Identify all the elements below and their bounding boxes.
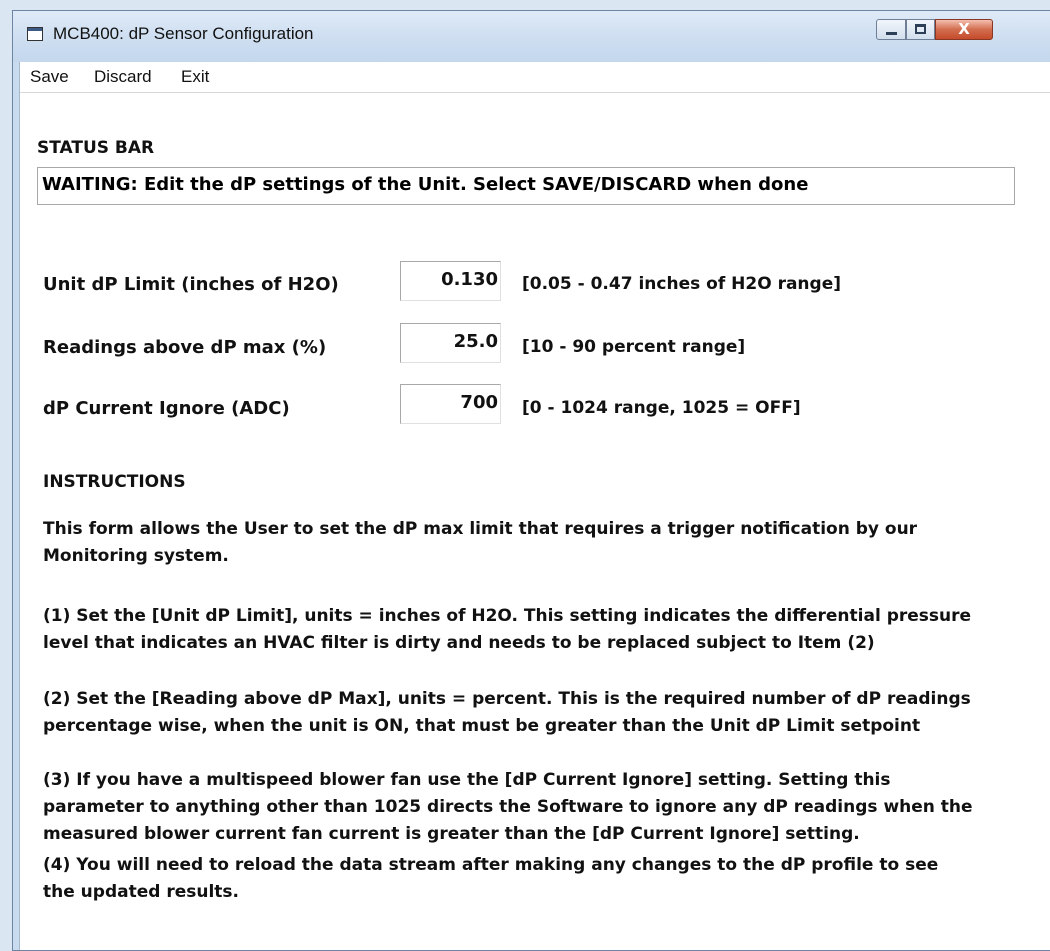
dp-current-ignore-input[interactable]: 700 (400, 384, 501, 424)
instructions-item-3-line: parameter to anything other than 1025 di… (43, 797, 973, 817)
instructions-intro-line: This form allows the User to set the dP … (43, 519, 918, 539)
app-window: MCB400: dP Sensor Configuration X Save D… (12, 10, 1050, 951)
menu-bar: Save Discard Exit (20, 62, 1050, 93)
instructions-item-1-line: (1) Set the [Unit dP Limit], units = inc… (43, 606, 972, 626)
instructions-item-4: (4) You will need to reload the data str… (43, 852, 1033, 906)
instructions-item-1-line: level that indicates an HVAC filter is d… (43, 633, 875, 653)
menu-discard[interactable]: Discard (94, 67, 152, 87)
instructions-item-2-line: (2) Set the [Reading above dP Max], unit… (43, 689, 971, 709)
close-icon: X (958, 20, 970, 38)
instructions-item-4-line: the updated results. (43, 882, 239, 902)
dp-current-ignore-value: 700 (460, 392, 498, 413)
status-bar-heading: STATUS BAR (37, 138, 155, 158)
status-bar-text: WAITING: Edit the dP settings of the Uni… (42, 174, 809, 195)
client-area: Save Discard Exit STATUS BAR WAITING: Ed… (19, 62, 1050, 950)
instructions-intro: This form allows the User to set the dP … (43, 516, 1033, 570)
instructions-item-3-line: (3) If you have a multispeed blower fan … (43, 770, 891, 790)
instructions-intro-line: Monitoring system. (43, 546, 229, 566)
title-bar[interactable]: MCB400: dP Sensor Configuration X (13, 11, 1050, 62)
instructions-item-2-line: percentage wise, when the unit is ON, th… (43, 716, 921, 736)
readings-above-max-label: Readings above dP max (%) (43, 337, 327, 358)
readings-above-max-value: 25.0 (453, 331, 498, 352)
instructions-heading: INSTRUCTIONS (43, 472, 186, 492)
window-title: MCB400: dP Sensor Configuration (53, 24, 314, 43)
instructions-item-4-line: (4) You will need to reload the data str… (43, 855, 939, 875)
instructions-item-3: (3) If you have a multispeed blower fan … (43, 767, 1033, 848)
close-button[interactable]: X (935, 19, 993, 40)
unit-dp-limit-label: Unit dP Limit (inches of H2O) (43, 274, 339, 295)
instructions-item-1: (1) Set the [Unit dP Limit], units = inc… (43, 603, 1033, 657)
instructions-item-3-line: measured blower current fan current is g… (43, 824, 860, 844)
maximize-button[interactable] (906, 19, 935, 40)
minimize-icon (886, 32, 897, 35)
unit-dp-limit-value: 0.130 (441, 269, 498, 290)
readings-above-max-range: [10 - 90 percent range] (522, 337, 746, 357)
unit-dp-limit-input[interactable]: 0.130 (400, 261, 501, 301)
menu-save[interactable]: Save (30, 67, 69, 87)
dp-current-ignore-label: dP Current Ignore (ADC) (43, 398, 290, 419)
dp-current-ignore-range: [0 - 1024 range, 1025 = OFF] (522, 398, 801, 418)
unit-dp-limit-range: [0.05 - 0.47 inches of H2O range] (522, 274, 841, 294)
maximize-icon (915, 24, 926, 34)
minimize-button[interactable] (876, 19, 906, 40)
instructions-item-2: (2) Set the [Reading above dP Max], unit… (43, 686, 1033, 740)
status-bar: WAITING: Edit the dP settings of the Uni… (37, 167, 1015, 205)
menu-exit[interactable]: Exit (181, 67, 209, 87)
readings-above-max-input[interactable]: 25.0 (400, 323, 501, 363)
app-window-icon[interactable] (27, 27, 43, 41)
